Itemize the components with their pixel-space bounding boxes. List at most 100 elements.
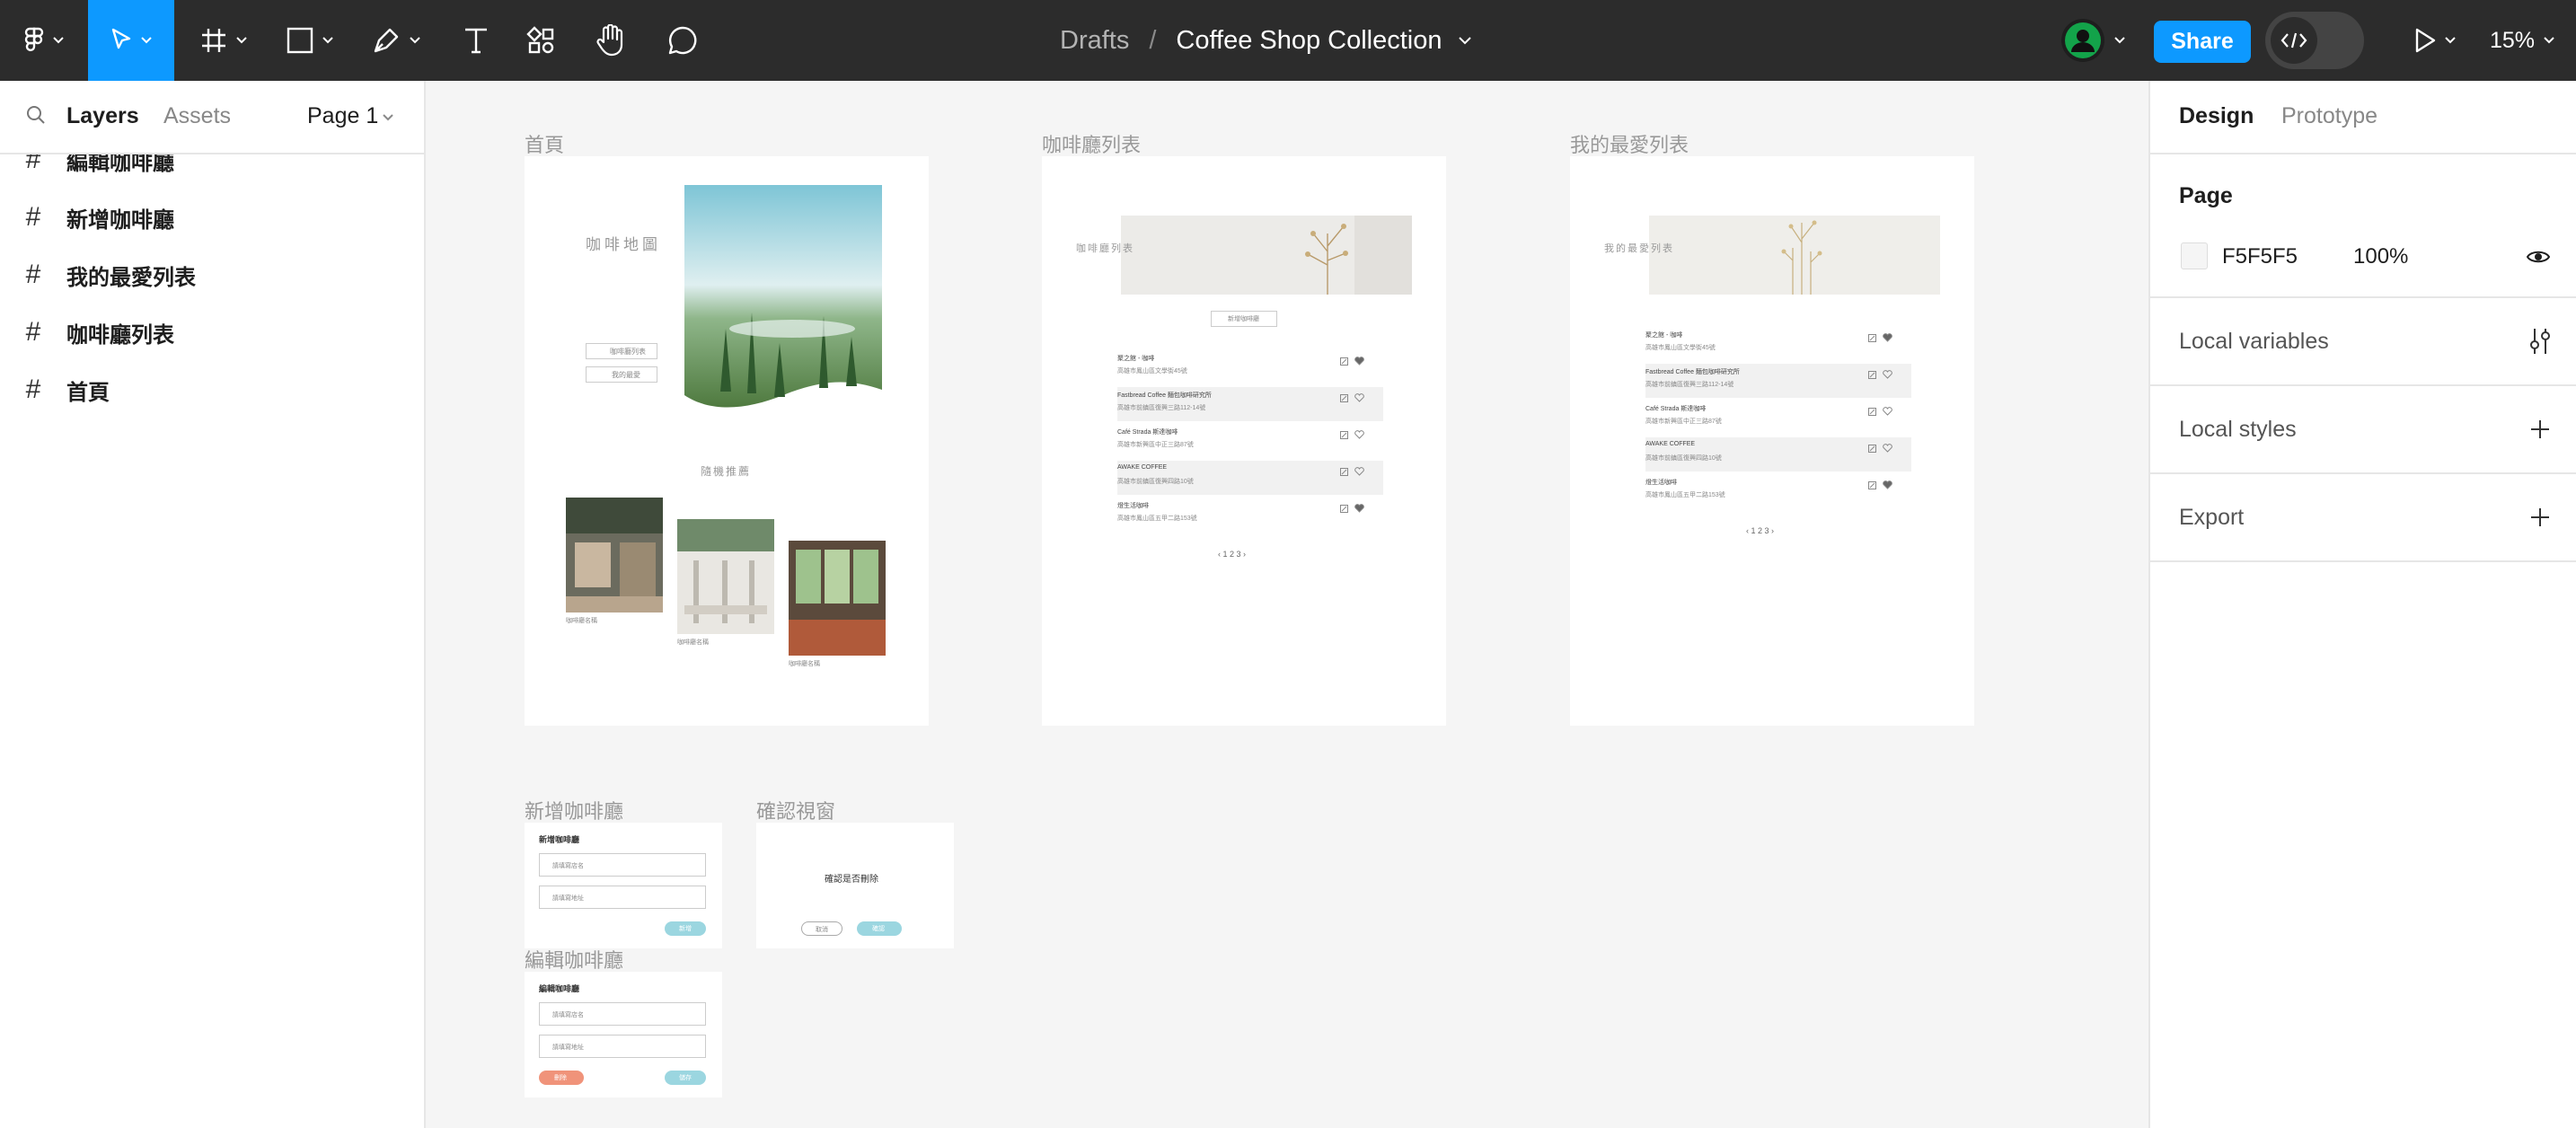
- frame-favorites[interactable]: 我的最愛列表 聚之館 - 咖啡 高雄市鳳山區文學街45號 Fastbread Cof…: [1570, 156, 1974, 726]
- list-add-cafe-button[interactable]: 新增咖啡廳: [1211, 311, 1277, 327]
- share-button[interactable]: Share: [2154, 21, 2251, 63]
- tab-layers[interactable]: Layers: [66, 103, 139, 129]
- local-variables-section[interactable]: Local variables: [2150, 298, 2576, 386]
- frame-label-home[interactable]: 首頁: [525, 129, 564, 158]
- frame-edit-cafe[interactable]: 編輯咖啡廳 請填寫店名 請填寫地址 刪除 儲存: [525, 972, 722, 1097]
- heart-filled-icon[interactable]: [1354, 357, 1364, 366]
- heart-outline-icon[interactable]: [1883, 370, 1892, 379]
- frame-label-favorites[interactable]: 我的最愛列表: [1570, 129, 1689, 158]
- move-tool-button[interactable]: [88, 0, 174, 81]
- local-styles-section[interactable]: Local styles: [2150, 386, 2576, 474]
- edit-icon[interactable]: [1340, 394, 1348, 402]
- edit-address-field[interactable]: 請填寫地址: [539, 1035, 706, 1058]
- heart-outline-icon[interactable]: [1354, 393, 1364, 402]
- edit-icon[interactable]: [1340, 505, 1348, 513]
- page-color-hex[interactable]: F5F5F5: [2222, 244, 2298, 269]
- export-section[interactable]: Export: [2150, 474, 2576, 562]
- frame-label-add-cafe[interactable]: 新增咖啡廳: [525, 796, 623, 824]
- resources-button[interactable]: [514, 0, 568, 81]
- edit-icon[interactable]: [1868, 445, 1876, 453]
- cafe-row[interactable]: Fastbread Coffee 麵包咖啡研究所 高雄市前鎮區復興三路112-14…: [1645, 364, 1911, 398]
- hand-tool-button[interactable]: [584, 0, 638, 81]
- edit-icon[interactable]: [1868, 408, 1876, 416]
- tab-assets[interactable]: Assets: [163, 103, 231, 129]
- cafe-row[interactable]: Café Strada 斯達咖啡 高雄市新興區中正三路87號: [1645, 401, 1911, 435]
- cafe-row-name: Fastbread Coffee 麵包咖啡研究所: [1645, 369, 1740, 375]
- dev-mode-toggle[interactable]: [2265, 12, 2364, 69]
- confirm-ok-button[interactable]: 確認: [857, 921, 902, 936]
- add-address-field[interactable]: 請填寫地址: [539, 886, 706, 909]
- chevron-down-icon[interactable]: [383, 114, 393, 121]
- heart-filled-icon[interactable]: [1883, 333, 1892, 342]
- multiplayer-avatar-button[interactable]: [2050, 0, 2136, 81]
- add-submit-button[interactable]: 新增: [665, 921, 706, 936]
- shape-tool-button[interactable]: [278, 0, 341, 81]
- home-cafe-list-button[interactable]: 咖啡廳列表: [586, 343, 657, 359]
- text-tool-button[interactable]: [449, 0, 503, 81]
- design-canvas[interactable]: 首頁 咖啡地圖 咖啡廳列表 我的最愛 隨機推薦 咖啡廳名稱 咖啡廳名稱 咖啡廳名…: [426, 81, 2148, 1128]
- heart-outline-icon[interactable]: [1354, 467, 1364, 476]
- eye-icon[interactable]: [2526, 248, 2551, 266]
- heart-filled-icon[interactable]: [1883, 480, 1892, 489]
- pen-tool-button[interactable]: [365, 0, 428, 81]
- heart-outline-icon[interactable]: [1883, 407, 1892, 416]
- variables-settings-icon[interactable]: [2527, 327, 2553, 356]
- plus-icon[interactable]: [2529, 507, 2551, 528]
- heart-outline-icon[interactable]: [1354, 430, 1364, 439]
- cafe-row[interactable]: 燈生活咖啡 高雄市鳳山區五甲二路153號: [1645, 474, 1911, 508]
- search-icon[interactable]: [25, 104, 47, 126]
- edit-delete-button[interactable]: 刪除: [539, 1071, 584, 1085]
- present-button[interactable]: [2396, 0, 2474, 81]
- cafe-row[interactable]: AWAKE COFFEE 高雄市前鎮區復興四路10號: [1645, 437, 1911, 471]
- cafe-row[interactable]: 聚之館 - 咖啡 高雄市鳳山區文學街45號: [1117, 350, 1383, 384]
- heart-outline-icon[interactable]: [1883, 444, 1892, 453]
- comment-tool-button[interactable]: [656, 0, 710, 81]
- edit-save-button[interactable]: 儲存: [665, 1071, 706, 1085]
- layer-item-add-cafe[interactable]: # 新增咖啡廳: [0, 189, 424, 246]
- code-icon: [2280, 32, 2307, 48]
- frame-label-confirm[interactable]: 確認視窗: [756, 796, 835, 824]
- edit-icon[interactable]: [1340, 468, 1348, 476]
- cafe-row[interactable]: 聚之館 - 咖啡 高雄市鳳山區文學街45號: [1645, 327, 1911, 361]
- page-selector[interactable]: Page 1: [307, 103, 378, 129]
- plus-icon[interactable]: [2529, 419, 2551, 440]
- tab-prototype[interactable]: Prototype: [2281, 103, 2378, 129]
- chevron-down-icon[interactable]: [1458, 36, 1471, 45]
- edit-icon[interactable]: [1868, 371, 1876, 379]
- cafe-row[interactable]: Café Strada 斯達咖啡 高雄市新興區中正三路87號: [1117, 424, 1383, 458]
- page-color-swatch[interactable]: [2181, 242, 2208, 269]
- cafe-row[interactable]: Fastbread Coffee 麵包咖啡研究所 高雄市前鎮區復興三路112-14…: [1117, 387, 1383, 421]
- zoom-menu[interactable]: 15%: [2490, 0, 2554, 81]
- add-name-field[interactable]: 請填寫店名: [539, 853, 706, 877]
- frame-add-cafe[interactable]: 新增咖啡廳 請填寫店名 請填寫地址 新增: [525, 823, 722, 948]
- frame-label-edit-cafe[interactable]: 編輯咖啡廳: [525, 945, 623, 974]
- layer-item-cafe-list[interactable]: # 咖啡廳列表: [0, 304, 424, 361]
- edit-name-field[interactable]: 請填寫店名: [539, 1002, 706, 1026]
- layer-item-favorites[interactable]: # 我的最愛列表: [0, 246, 424, 304]
- frame-home[interactable]: 咖啡地圖 咖啡廳列表 我的最愛 隨機推薦 咖啡廳名稱 咖啡廳名稱 咖啡廳名稱: [525, 156, 929, 726]
- confirm-cancel-button[interactable]: 取消: [801, 921, 842, 936]
- frame-cafe-list[interactable]: 咖啡廳列表 新增咖啡廳 聚之館 - 咖啡 高雄市鳳山區文學街45號 Fastbrea…: [1042, 156, 1446, 726]
- layer-item-home[interactable]: # 首頁: [0, 361, 424, 419]
- heart-filled-icon[interactable]: [1354, 504, 1364, 513]
- file-name[interactable]: Coffee Shop Collection: [1176, 26, 1442, 56]
- edit-icon[interactable]: [1340, 431, 1348, 439]
- cafe-row[interactable]: 燈生活咖啡 高雄市鳳山區五甲二路153號: [1117, 498, 1383, 532]
- fav-pager[interactable]: ‹ 1 2 3 ›: [1746, 526, 1774, 535]
- list-pager[interactable]: ‹ 1 2 3 ›: [1218, 550, 1246, 559]
- cafe-row-name: Café Strada 斯達咖啡: [1117, 429, 1178, 436]
- frame-confirm-dialog[interactable]: 確認是否刪除 取消 確認: [756, 823, 954, 948]
- page-color-opacity[interactable]: 100%: [2353, 244, 2408, 269]
- cafe-row[interactable]: AWAKE COFFEE 高雄市前鎮區復興四路10號: [1117, 461, 1383, 495]
- edit-icon[interactable]: [1868, 481, 1876, 489]
- drafts-link[interactable]: Drafts: [1060, 26, 1129, 56]
- edit-icon[interactable]: [1868, 334, 1876, 342]
- tab-design[interactable]: Design: [2179, 103, 2254, 129]
- hand-tool-icon: [596, 24, 623, 57]
- frame-tool-button[interactable]: [192, 0, 255, 81]
- properties-panel: Design Prototype Page F5F5F5 100% Local …: [2148, 81, 2576, 1128]
- edit-icon[interactable]: [1340, 357, 1348, 366]
- home-favorites-button[interactable]: 我的最愛: [586, 366, 657, 383]
- main-menu-button[interactable]: [13, 0, 75, 81]
- frame-label-cafe-list[interactable]: 咖啡廳列表: [1042, 129, 1141, 158]
